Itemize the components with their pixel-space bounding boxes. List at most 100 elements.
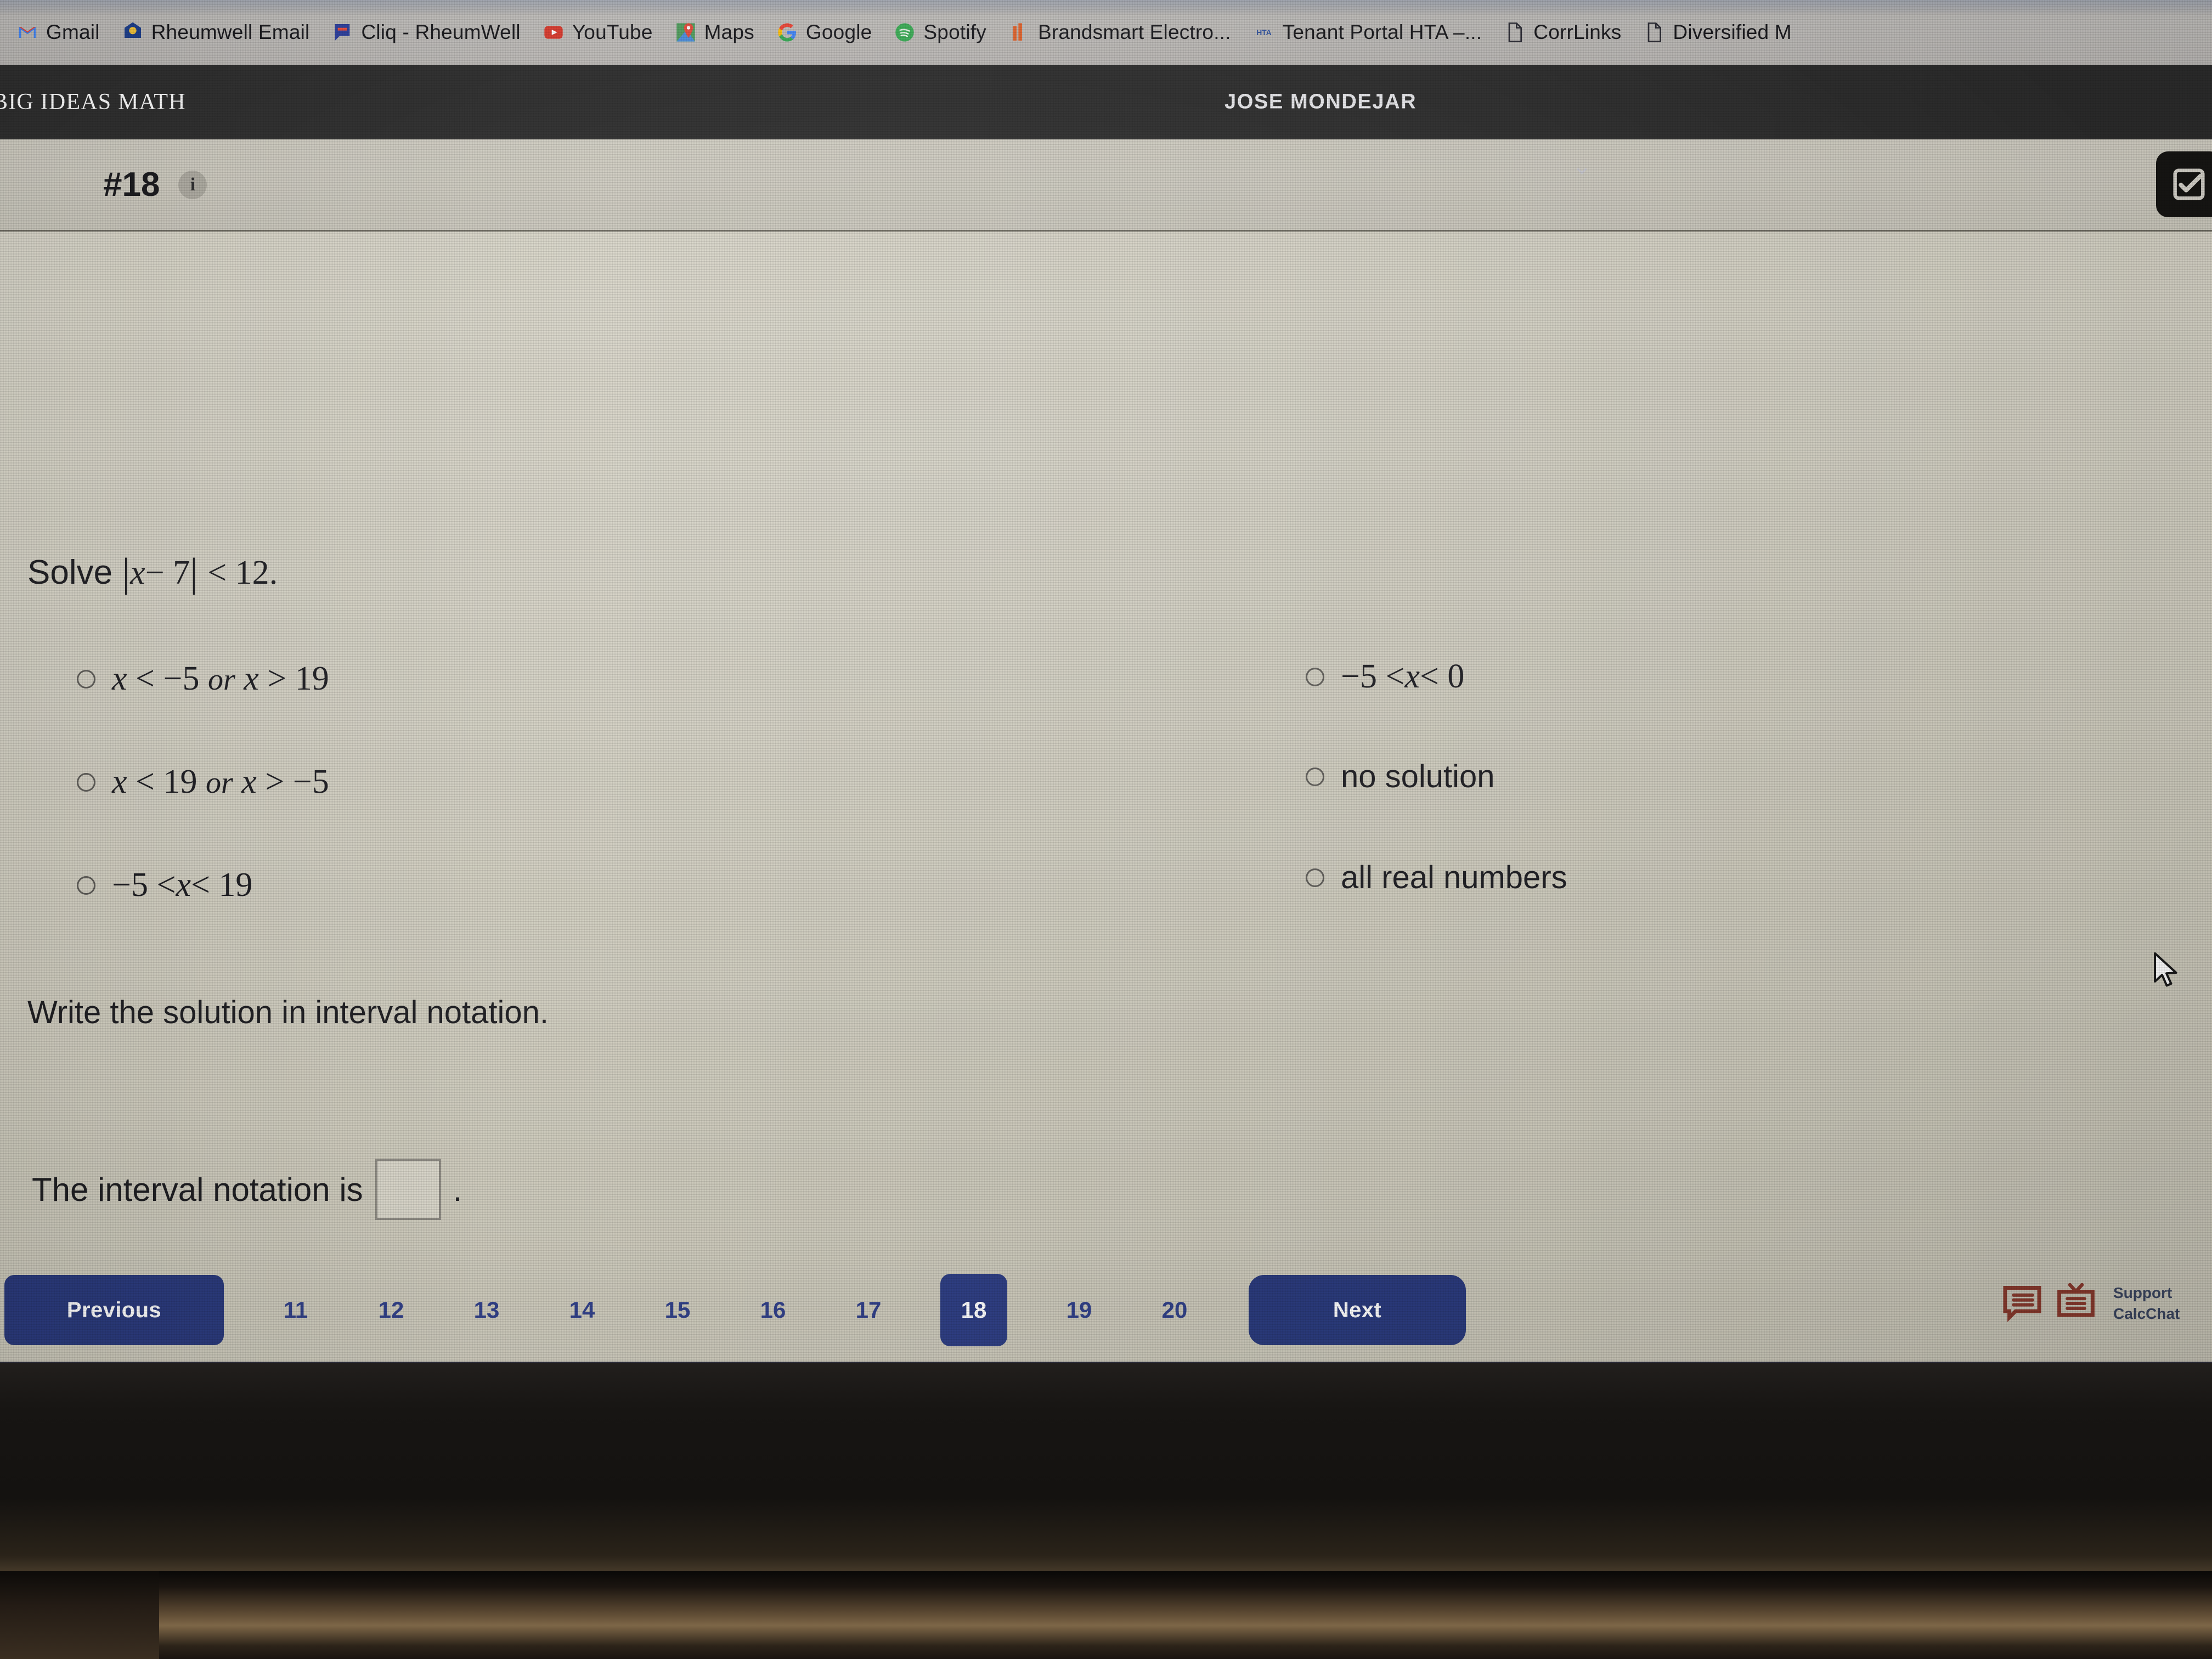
bookmark-tenant-portal-hta[interactable]: HTA Tenant Portal HTA –... — [1242, 8, 1493, 57]
gmail-icon — [19, 27, 36, 38]
google-icon — [778, 23, 796, 42]
calcchat-label: CalcChat — [2113, 1305, 2180, 1322]
sub-instruction: Write the solution in interval notation. — [27, 995, 549, 1030]
prompt-variable: x — [130, 554, 145, 591]
radio-button[interactable] — [77, 876, 95, 895]
spotify-icon — [895, 23, 915, 42]
check-answer-button[interactable] — [2156, 151, 2212, 217]
radio-button[interactable] — [1306, 767, 1324, 786]
page-number-11[interactable]: 11 — [272, 1285, 319, 1335]
answer-choice-c[interactable]: −5 <x< 19 — [77, 866, 252, 905]
page-icon — [1648, 22, 1662, 42]
bookmark-rheumwell-email[interactable]: Rheumwell Email — [111, 8, 321, 57]
page-number-17[interactable]: 17 — [845, 1285, 892, 1335]
desk-surface — [0, 1571, 2212, 1659]
svg-text:HTA: HTA — [1256, 29, 1271, 37]
prompt-relation: < 12 — [207, 554, 269, 591]
bookmark-brandsmart[interactable]: Brandsmart Electro... — [997, 8, 1242, 57]
page-number-20[interactable]: 20 — [1151, 1285, 1198, 1335]
bookmark-gmail[interactable]: Gmail — [5, 8, 111, 57]
app-brand-logo[interactable]: BIG IDEAS MATH — [0, 89, 186, 115]
radio-button[interactable] — [1306, 868, 1324, 887]
hta-icon: HTA — [1256, 29, 1271, 37]
bookmark-spotify[interactable]: Spotify — [883, 8, 997, 57]
question-number: #18 — [103, 166, 160, 204]
user-name-label[interactable]: JOSE MONDEJAR — [1224, 91, 1417, 114]
question-content: Solve |x− 7| < 12. x < −5 or x > 19 x < … — [0, 232, 2212, 1362]
support-labels[interactable]: Support CalcChat — [2113, 1283, 2180, 1324]
support-calcchat-cluster: Support CalcChat — [2001, 1283, 2180, 1324]
monitor-photo: Gmail Rheumwell Email Cliq - RheumWell Y… — [0, 0, 2212, 1659]
cliq-icon — [335, 24, 350, 41]
bookmark-maps[interactable]: Maps — [664, 8, 765, 57]
answer-choice-b-label: x < 19 or x > −5 — [112, 763, 329, 800]
answer-choice-c-label: −5 <x< 19 — [112, 866, 253, 904]
support-label: Support — [2113, 1284, 2172, 1301]
page-number-13[interactable]: 13 — [463, 1285, 510, 1335]
google-maps-icon — [676, 23, 695, 42]
monitor-bezel: hp — [0, 1361, 2212, 1582]
answer-choice-b[interactable]: x < 19 or x > −5 — [77, 763, 329, 802]
bookmark-google[interactable]: Google — [765, 8, 883, 57]
question-pager: Previous 11 12 13 14 15 16 17 18 19 20 N… — [0, 1274, 2212, 1346]
calcchat-video-icon[interactable] — [2055, 1283, 2097, 1324]
radio-button[interactable] — [77, 772, 95, 792]
abs-bar-open: | — [122, 550, 131, 595]
page-number-14[interactable]: 14 — [558, 1285, 606, 1335]
bookmark-label: Spotify — [923, 21, 986, 43]
bookmark-label: Cliq - RheumWell — [361, 21, 521, 43]
interval-notation-input[interactable] — [375, 1159, 441, 1220]
answer-prefix-label: The interval notation is — [32, 1171, 363, 1208]
mouse-cursor — [2154, 952, 2177, 987]
prompt-period: . — [269, 554, 278, 591]
bookmark-label: Tenant Portal HTA –... — [1282, 21, 1482, 43]
bookmark-diversified[interactable]: Diversified M — [1632, 8, 1802, 57]
bookmark-label: Google — [805, 21, 872, 43]
brandsmart-icon — [1013, 23, 1022, 41]
page-number-12[interactable]: 12 — [368, 1285, 415, 1335]
answer-choice-a-label: x < −5 or x > 19 — [112, 660, 329, 697]
radio-button[interactable] — [1306, 667, 1324, 686]
info-icon[interactable]: i — [178, 170, 207, 199]
previous-button[interactable]: Previous — [4, 1275, 224, 1345]
bookmark-cliq-rheumwell[interactable]: Cliq - RheumWell — [320, 8, 531, 57]
question-header-strip: #18 i — [0, 139, 2212, 232]
prompt-lead: Solve — [27, 554, 113, 591]
answer-choice-e[interactable]: no solution — [1306, 758, 1495, 795]
radio-button[interactable] — [77, 669, 95, 689]
bookmark-youtube[interactable]: YouTube — [532, 8, 664, 57]
page-number-16[interactable]: 16 — [749, 1285, 797, 1335]
bookmark-label: Brandsmart Electro... — [1037, 21, 1231, 43]
abs-bar-close: | — [190, 550, 198, 595]
answer-period: . — [453, 1171, 462, 1208]
checkbox-check-icon — [2173, 168, 2205, 200]
desk-left-edge — [0, 1571, 159, 1659]
browser-bookmarks-bar: Gmail Rheumwell Email Cliq - RheumWell Y… — [0, 0, 2212, 65]
app-header: BIG IDEAS MATH JOSE MONDEJAR ⌄ — [0, 65, 2212, 178]
page-number-19[interactable]: 19 — [1056, 1285, 1103, 1335]
support-chat-icon[interactable] — [2001, 1283, 2043, 1324]
question-prompt: Solve |x− 7| < 12. — [27, 548, 278, 595]
answer-choice-d[interactable]: −5 <x< 0 — [1306, 657, 1464, 696]
answer-choice-d-label: −5 <x< 0 — [1341, 658, 1465, 695]
bookmark-label: Rheumwell Email — [151, 21, 310, 43]
bookmark-label: Maps — [704, 21, 754, 43]
answer-choice-f-label: all real numbers — [1341, 860, 1567, 895]
youtube-icon — [544, 26, 563, 39]
page-number-15[interactable]: 15 — [654, 1285, 701, 1335]
bookmark-label: YouTube — [572, 21, 653, 43]
interval-notation-answer-line: The interval notation is . — [32, 1159, 462, 1220]
answer-choice-e-label: no solution — [1341, 759, 1495, 794]
bookmark-label: Gmail — [46, 21, 100, 43]
bookmark-label: CorrLinks — [1533, 21, 1622, 43]
answer-choice-a[interactable]: x < −5 or x > 19 — [77, 659, 329, 698]
answer-choice-f[interactable]: all real numbers — [1306, 859, 1567, 896]
windows-taskbar: 77°F Cloudy — [0, 1362, 2212, 1363]
page-icon — [1508, 22, 1522, 42]
rheumwell-icon — [124, 22, 141, 38]
bookmark-corrlinks[interactable]: CorrLinks — [1493, 8, 1632, 57]
next-button[interactable]: Next — [1249, 1275, 1466, 1345]
page-number-18-active[interactable]: 18 — [940, 1274, 1007, 1346]
browser-toolbar-edge — [0, 0, 2212, 14]
prompt-minus-term: − 7 — [145, 554, 190, 591]
